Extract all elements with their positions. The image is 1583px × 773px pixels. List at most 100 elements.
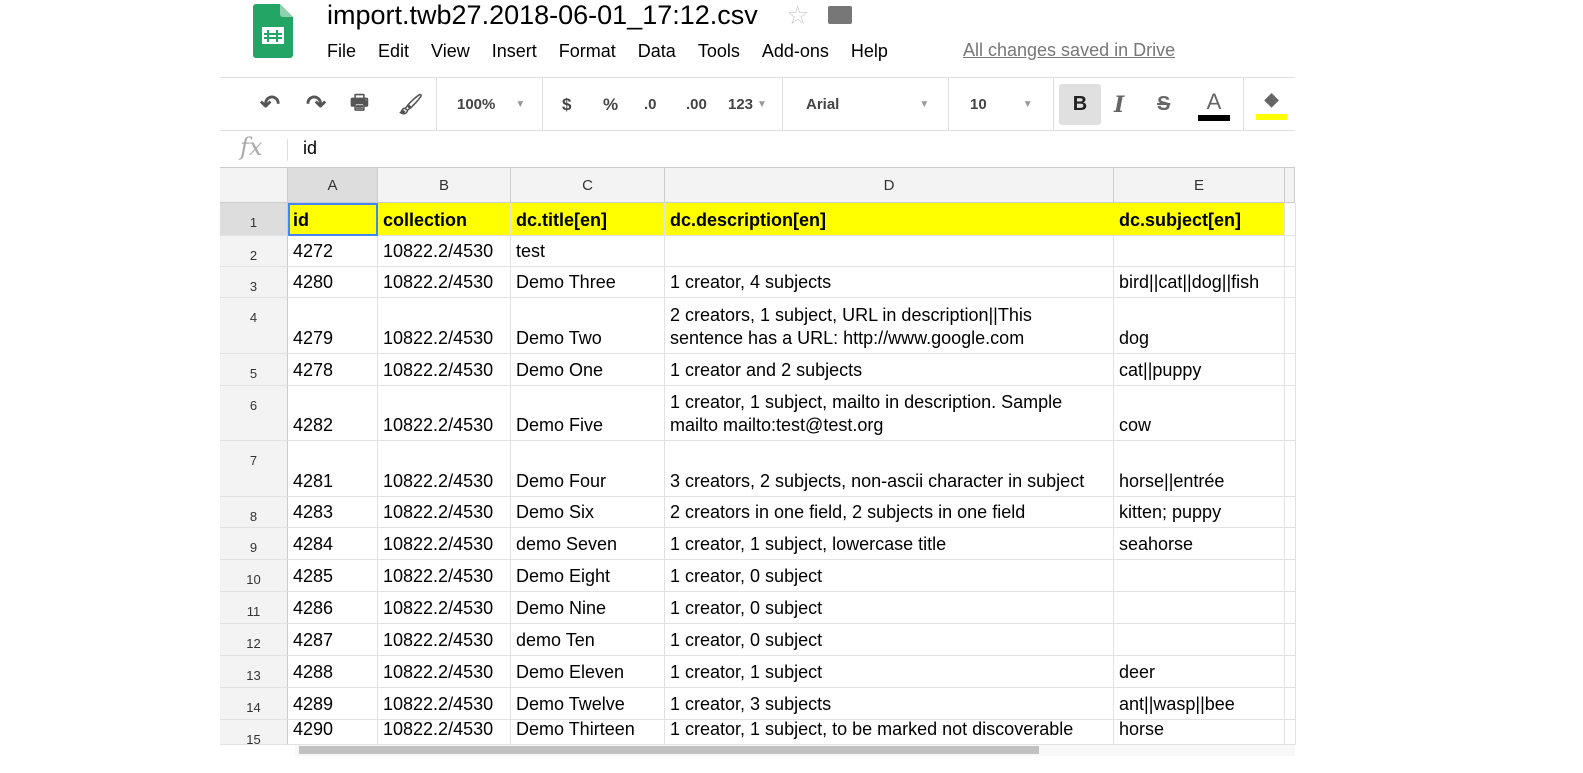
cell-b4[interactable]: 10822.2/4530 (378, 298, 511, 354)
cell-b12[interactable]: 10822.2/4530 (378, 624, 511, 656)
horizontal-scrollbar[interactable] (295, 745, 1295, 756)
cell-c10[interactable]: Demo Eight (511, 560, 665, 592)
cell-f3[interactable] (1285, 267, 1296, 298)
cell-f10[interactable] (1285, 560, 1296, 592)
select-all-corner[interactable] (220, 168, 288, 203)
cell-e11[interactable] (1114, 592, 1285, 624)
cell-a3[interactable]: 4280 (288, 267, 378, 298)
cell-e7[interactable]: horse||entrée (1114, 441, 1285, 497)
cell-f5[interactable] (1285, 354, 1296, 386)
decrease-decimal-button[interactable]: .0 (644, 78, 657, 131)
cell-d6[interactable]: 1 creator, 1 subject, mailto in descript… (665, 386, 1114, 441)
bold-button[interactable]: B (1059, 84, 1101, 125)
row-header[interactable]: 12 (220, 624, 288, 656)
cell-e14[interactable]: ant||wasp||bee (1114, 688, 1285, 720)
cell-a15[interactable]: 4290 (288, 720, 378, 745)
cell-d4[interactable]: 2 creators, 1 subject, URL in descriptio… (665, 298, 1114, 354)
cell-d2[interactable] (665, 236, 1114, 267)
formula-input[interactable]: id (303, 138, 317, 159)
paint-format-icon[interactable]: 🖌 (398, 78, 423, 131)
cell-e15[interactable]: horse (1114, 720, 1285, 745)
cell-f1[interactable] (1285, 203, 1296, 236)
cell-e3[interactable]: bird||cat||dog||fish (1114, 267, 1285, 298)
save-status-link[interactable]: All changes saved in Drive (963, 40, 1175, 61)
cell-c15[interactable]: Demo Thirteen (511, 720, 665, 745)
column-header-c[interactable]: C (511, 168, 665, 203)
cell-c13[interactable]: Demo Eleven (511, 656, 665, 688)
cell-e12[interactable] (1114, 624, 1285, 656)
cell-a5[interactable]: 4278 (288, 354, 378, 386)
menu-insert[interactable]: Insert (492, 41, 537, 62)
cell-a7[interactable]: 4281 (288, 441, 378, 497)
row-header[interactable]: 11 (220, 592, 288, 624)
menu-file[interactable]: File (327, 41, 356, 62)
cell-a8[interactable]: 4283 (288, 497, 378, 528)
cell-f7[interactable] (1285, 441, 1296, 497)
cell-b15[interactable]: 10822.2/4530 (378, 720, 511, 745)
column-header-b[interactable]: B (378, 168, 511, 203)
cell-a9[interactable]: 4284 (288, 528, 378, 560)
cell-b3[interactable]: 10822.2/4530 (378, 267, 511, 298)
cell-e13[interactable]: deer (1114, 656, 1285, 688)
sheets-logo-icon[interactable] (253, 4, 293, 58)
cell-c14[interactable]: Demo Twelve (511, 688, 665, 720)
column-header-e[interactable]: E (1114, 168, 1285, 203)
italic-button[interactable]: I (1114, 78, 1124, 131)
cell-e9[interactable]: seahorse (1114, 528, 1285, 560)
cell-b11[interactable]: 10822.2/4530 (378, 592, 511, 624)
cell-c7[interactable]: Demo Four (511, 441, 665, 497)
cell-d14[interactable]: 1 creator, 3 subjects (665, 688, 1114, 720)
print-icon[interactable]: 🖶 (350, 78, 369, 131)
cell-c3[interactable]: Demo Three (511, 267, 665, 298)
row-header[interactable]: 2 (220, 236, 288, 267)
row-header[interactable]: 15 (220, 720, 288, 745)
cell-f9[interactable] (1285, 528, 1296, 560)
cell-b7[interactable]: 10822.2/4530 (378, 441, 511, 497)
strikethrough-button[interactable]: S (1157, 78, 1170, 131)
row-header[interactable]: 9 (220, 528, 288, 560)
cell-a12[interactable]: 4287 (288, 624, 378, 656)
cell-f14[interactable] (1285, 688, 1296, 720)
column-header-f[interactable] (1285, 168, 1295, 203)
percent-button[interactable]: % (603, 78, 618, 131)
cell-c2[interactable]: test (511, 236, 665, 267)
cell-c1[interactable]: dc.title[en] (511, 203, 665, 236)
row-header[interactable]: 13 (220, 656, 288, 688)
cell-d10[interactable]: 1 creator, 0 subject (665, 560, 1114, 592)
cell-f12[interactable] (1285, 624, 1296, 656)
scrollbar-thumb[interactable] (299, 746, 1039, 754)
text-color-button[interactable]: A (1198, 78, 1230, 131)
row-header[interactable]: 1 (220, 203, 288, 236)
cell-f8[interactable] (1285, 497, 1296, 528)
menu-data[interactable]: Data (638, 41, 676, 62)
cell-b6[interactable]: 10822.2/4530 (378, 386, 511, 441)
column-header-d[interactable]: D (665, 168, 1114, 203)
row-header[interactable]: 4 (220, 298, 288, 354)
cell-d12[interactable]: 1 creator, 0 subject (665, 624, 1114, 656)
cell-c8[interactable]: Demo Six (511, 497, 665, 528)
row-header[interactable]: 10 (220, 560, 288, 592)
cell-a14[interactable]: 4289 (288, 688, 378, 720)
cell-a6[interactable]: 4282 (288, 386, 378, 441)
menu-help[interactable]: Help (851, 41, 888, 62)
cell-c4[interactable]: Demo Two (511, 298, 665, 354)
cell-a10[interactable]: 4285 (288, 560, 378, 592)
cell-b5[interactable]: 10822.2/4530 (378, 354, 511, 386)
column-header-a[interactable]: A (288, 168, 378, 203)
cell-b2[interactable]: 10822.2/4530 (378, 236, 511, 267)
cell-f15[interactable] (1285, 720, 1296, 745)
folder-icon[interactable] (828, 6, 852, 24)
currency-button[interactable]: $ (562, 78, 571, 131)
cell-b14[interactable]: 10822.2/4530 (378, 688, 511, 720)
row-header[interactable]: 3 (220, 267, 288, 298)
cell-f2[interactable] (1285, 236, 1296, 267)
cell-c5[interactable]: Demo One (511, 354, 665, 386)
cell-e1[interactable]: dc.subject[en] (1114, 203, 1285, 236)
cell-f13[interactable] (1285, 656, 1296, 688)
row-header[interactable]: 7 (220, 441, 288, 497)
undo-icon[interactable]: ↶ (260, 78, 280, 131)
cell-b13[interactable]: 10822.2/4530 (378, 656, 511, 688)
cell-e2[interactable] (1114, 236, 1285, 267)
cell-d5[interactable]: 1 creator and 2 subjects (665, 354, 1114, 386)
cell-c11[interactable]: Demo Nine (511, 592, 665, 624)
